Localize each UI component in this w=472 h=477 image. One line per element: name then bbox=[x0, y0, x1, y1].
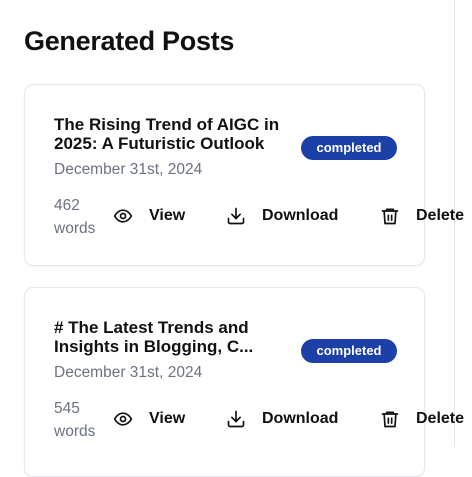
download-icon bbox=[226, 206, 246, 226]
download-label: Download bbox=[262, 207, 339, 224]
view-button[interactable]: View bbox=[113, 204, 185, 228]
post-title[interactable]: # The Latest Trends and Insights in Blog… bbox=[54, 318, 299, 356]
delete-button[interactable]: Delete bbox=[380, 204, 464, 228]
status-badge: completed bbox=[301, 339, 397, 363]
page-title: Generated Posts bbox=[24, 26, 235, 56]
trash-icon bbox=[380, 409, 400, 429]
view-label: View bbox=[149, 410, 186, 427]
delete-label: Delete bbox=[416, 207, 465, 224]
trash-icon bbox=[380, 206, 400, 226]
post-card: # The Latest Trends and Insights in Blog… bbox=[24, 287, 464, 477]
eye-icon bbox=[113, 409, 133, 429]
download-button[interactable]: Download bbox=[226, 407, 338, 431]
download-button[interactable]: Download bbox=[226, 204, 338, 228]
word-count-value: 462 bbox=[54, 197, 80, 214]
download-icon bbox=[226, 409, 246, 429]
view-button[interactable]: View bbox=[113, 407, 185, 431]
post-date: December 31st, 2024 bbox=[54, 161, 203, 178]
word-count: 462 words bbox=[54, 194, 104, 240]
eye-icon bbox=[113, 206, 133, 226]
word-count-value: 545 bbox=[54, 400, 80, 417]
delete-label: Delete bbox=[416, 410, 465, 427]
view-label: View bbox=[149, 207, 186, 224]
post-card: The Rising Trend of AIGC in 2025: A Futu… bbox=[24, 84, 464, 266]
word-count-unit: words bbox=[54, 220, 96, 237]
post-title[interactable]: The Rising Trend of AIGC in 2025: A Futu… bbox=[54, 115, 299, 153]
status-badge: completed bbox=[301, 136, 397, 160]
post-date: December 31st, 2024 bbox=[54, 364, 203, 381]
word-count-unit: words bbox=[54, 423, 96, 440]
delete-button[interactable]: Delete bbox=[380, 407, 464, 431]
download-label: Download bbox=[262, 410, 339, 427]
word-count: 545 words bbox=[54, 397, 104, 443]
